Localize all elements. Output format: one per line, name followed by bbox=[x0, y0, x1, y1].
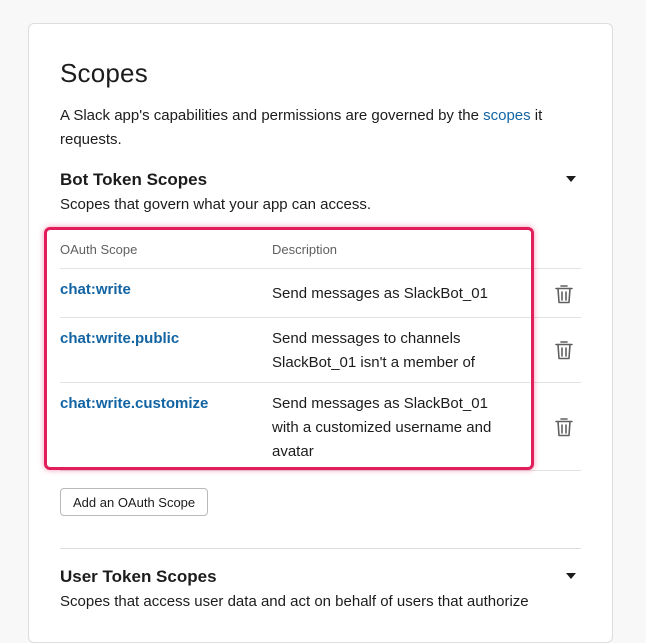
page-title: Scopes bbox=[60, 58, 148, 88]
table-divider bbox=[60, 268, 581, 269]
user-token-scopes-title: User Token Scopes bbox=[60, 567, 217, 586]
bot-section-collapse-caret-icon[interactable] bbox=[566, 176, 576, 182]
add-oauth-scope-button[interactable]: Add an OAuth Scope bbox=[60, 488, 209, 516]
oauth-scope-column-header: OAuth Scope bbox=[60, 242, 138, 257]
scope-name-chat-write-public[interactable]: chat:write.public bbox=[60, 330, 179, 347]
scope-description: Send messages to channels SlackBot_01 is… bbox=[272, 330, 475, 371]
trash-icon[interactable] bbox=[555, 417, 573, 437]
intro-text-start: A Slack app's capabilities and permissio… bbox=[60, 107, 484, 124]
bot-token-scopes-title: Bot Token Scopes bbox=[60, 170, 208, 189]
trash-icon[interactable] bbox=[555, 340, 573, 360]
trash-icon[interactable] bbox=[555, 284, 573, 304]
scope-name-chat-write-customize[interactable]: chat:write.customize bbox=[60, 395, 208, 412]
user-token-scopes-subtitle: Scopes that access user data and act on … bbox=[60, 593, 529, 610]
scope-description: Send messages as SlackBot_01 bbox=[272, 285, 488, 302]
user-section-collapse-caret-icon[interactable] bbox=[566, 573, 576, 579]
intro-text: A Slack app's capabilities and permissio… bbox=[60, 104, 580, 152]
table-divider bbox=[60, 317, 581, 318]
table-divider bbox=[60, 382, 581, 383]
bot-token-scopes-subtitle: Scopes that govern what your app can acc… bbox=[60, 196, 372, 213]
description-column-header: Description bbox=[272, 242, 338, 257]
scope-description: Send messages as SlackBot_01 with a cust… bbox=[272, 395, 492, 460]
section-divider bbox=[60, 548, 581, 549]
scope-name-chat-write[interactable]: chat:write bbox=[60, 281, 131, 298]
scopes-link[interactable]: scopes bbox=[483, 107, 531, 124]
table-divider bbox=[60, 470, 581, 471]
